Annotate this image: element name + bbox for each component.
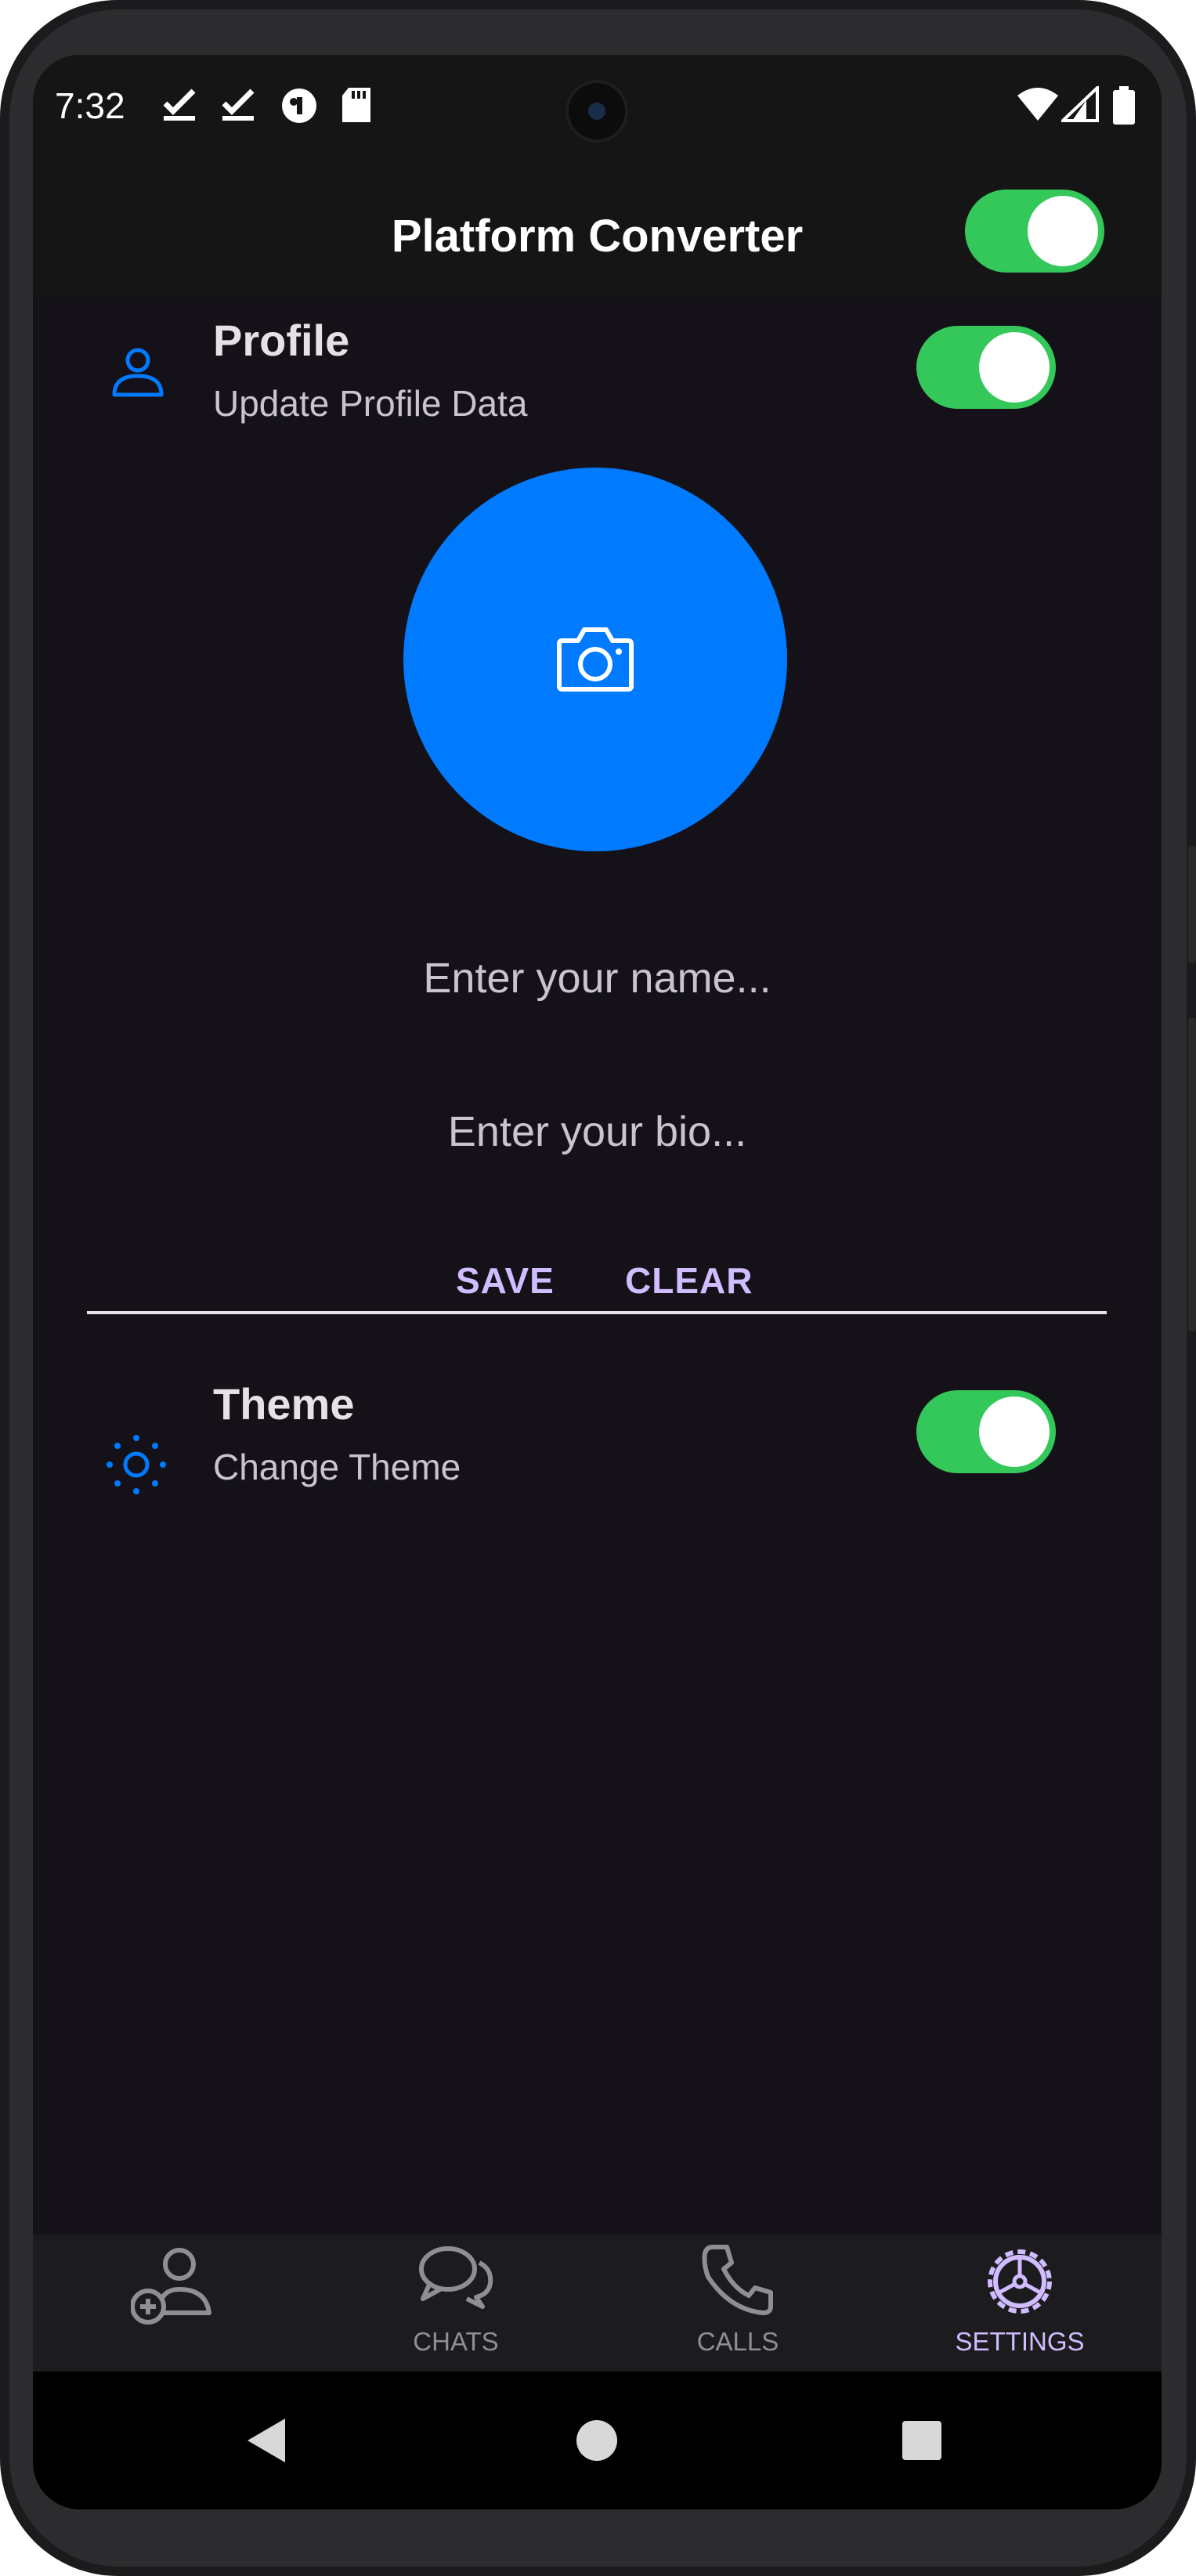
camera-icon	[557, 627, 634, 692]
checkmark-notification-icon	[163, 89, 196, 121]
back-icon[interactable]	[244, 2417, 288, 2464]
sd-card-icon	[342, 88, 370, 122]
save-button[interactable]: SAVE	[456, 1259, 555, 1302]
phone-frame: 7:32 Platform Converter Profile Update P…	[0, 0, 1196, 2576]
section-divider	[87, 1311, 1107, 1314]
home-icon[interactable]	[575, 2419, 619, 2462]
screen: 7:32 Platform Converter Profile Update P…	[33, 55, 1162, 2509]
chat-bubbles-icon	[419, 2246, 493, 2309]
side-button	[1188, 846, 1196, 963]
nav-item-add-contact[interactable]	[33, 2235, 315, 2372]
recents-icon[interactable]	[902, 2420, 942, 2461]
profile-toggle[interactable]	[916, 326, 1056, 409]
bottom-nav: CHATS CALLS SETTINGS	[33, 2235, 1162, 2372]
wifi-icon	[1017, 88, 1058, 121]
toggle-knob	[1028, 196, 1098, 266]
status-time: 7:32	[55, 85, 125, 126]
theme-subtitle: Change Theme	[213, 1447, 461, 1487]
clear-button[interactable]: CLEAR	[625, 1259, 753, 1302]
bio-input[interactable]: Enter your bio...	[33, 1107, 1162, 1156]
system-nav-bar	[33, 2372, 1162, 2509]
name-input[interactable]: Enter your name...	[33, 954, 1162, 1003]
nav-label-settings: SETTINGS	[955, 2327, 1085, 2356]
battery-icon	[1113, 86, 1135, 125]
app-bar: Platform Converter	[33, 149, 1162, 298]
nav-item-settings[interactable]: SETTINGS	[879, 2235, 1161, 2372]
toggle-knob	[979, 332, 1050, 403]
theme-toggle[interactable]	[916, 1390, 1056, 1473]
front-camera	[565, 80, 628, 143]
person-outline-icon	[112, 348, 164, 397]
nav-item-chats[interactable]: CHATS	[315, 2235, 597, 2372]
signal-icon	[1061, 86, 1099, 122]
sun-icon	[107, 1435, 166, 1494]
nav-label-chats: CHATS	[413, 2327, 499, 2356]
profile-title: Profile	[213, 316, 350, 365]
add-person-icon	[131, 2248, 211, 2325]
profile-subtitle: Update Profile Data	[213, 383, 528, 424]
nav-item-calls[interactable]: CALLS	[597, 2235, 879, 2372]
toggle-knob	[979, 1396, 1050, 1467]
checkmark-notification-icon	[222, 89, 255, 121]
settings-gear-icon	[988, 2249, 1052, 2314]
app-notification-icon	[282, 89, 316, 123]
phone-icon	[702, 2245, 773, 2315]
status-bar: 7:32	[33, 55, 1162, 149]
platform-toggle[interactable]	[965, 190, 1104, 273]
profile-avatar-button[interactable]	[403, 468, 787, 851]
volume-button	[1188, 1018, 1196, 1331]
theme-title: Theme	[213, 1379, 355, 1429]
nav-label-calls: CALLS	[696, 2327, 779, 2356]
